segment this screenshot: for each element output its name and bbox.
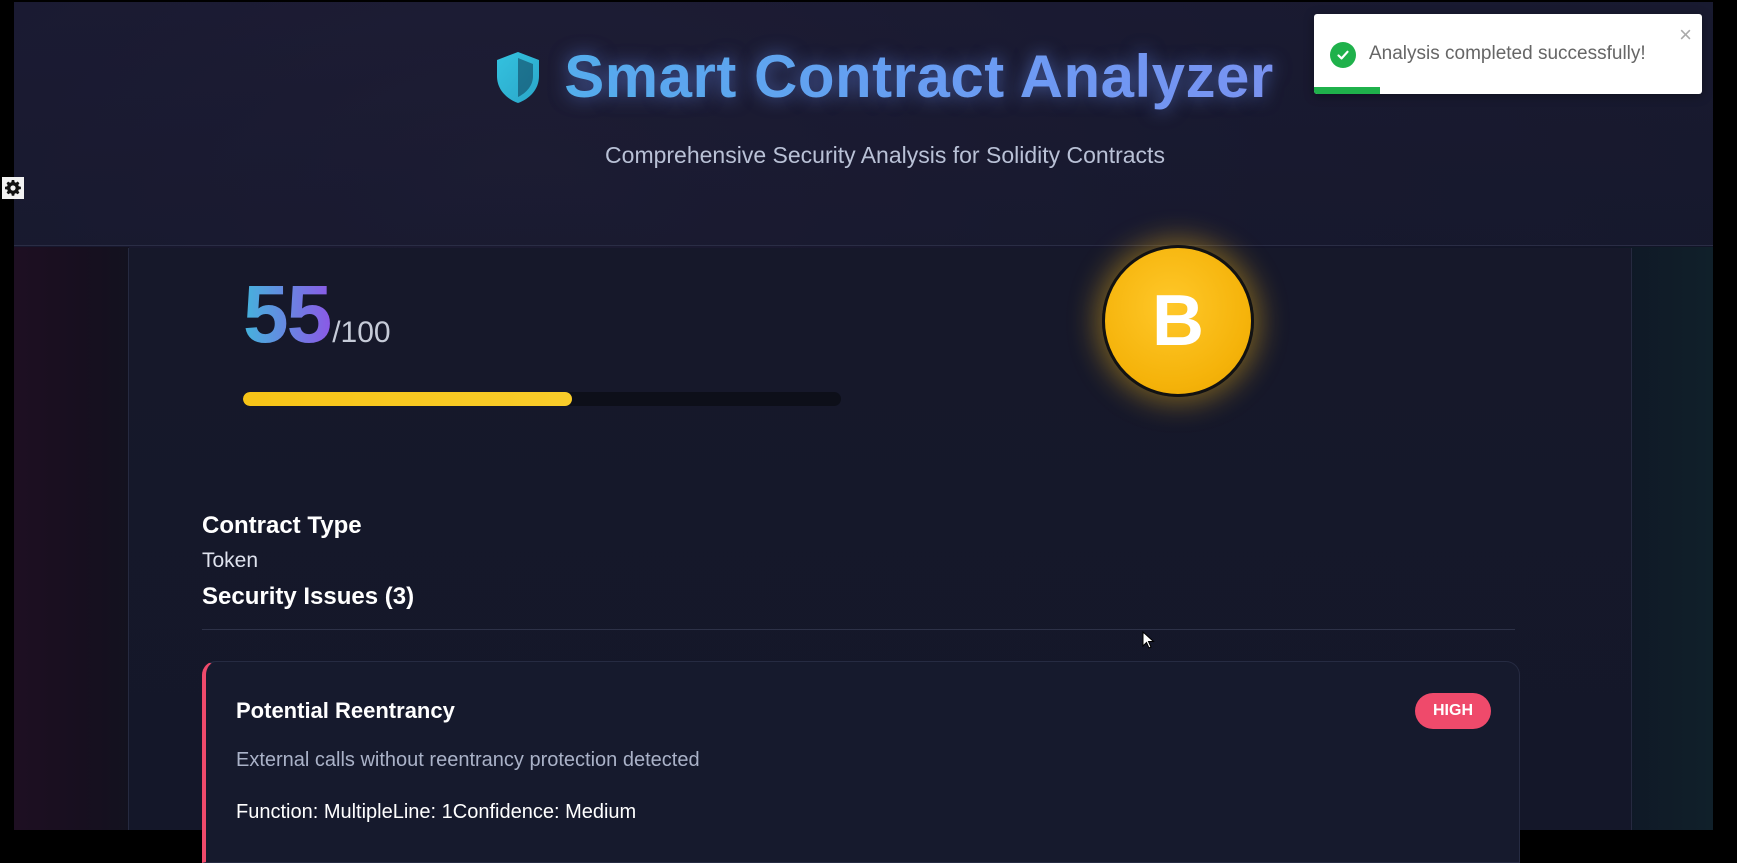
grade-letter: B bbox=[1152, 281, 1204, 361]
security-issues-heading: Security Issues (3) bbox=[202, 583, 415, 610]
page-title: Smart Contract Analyzer bbox=[564, 43, 1274, 110]
mouse-cursor-icon bbox=[1142, 631, 1155, 649]
section-divider bbox=[202, 629, 1515, 630]
contract-type-value: Token bbox=[202, 549, 259, 572]
score-progress-fill bbox=[243, 392, 572, 406]
shield-icon bbox=[497, 51, 540, 103]
security-score: 55 /100 bbox=[243, 268, 391, 362]
right-background-glow bbox=[1618, 247, 1713, 830]
close-icon[interactable]: × bbox=[1679, 22, 1692, 48]
gear-icon[interactable] bbox=[2, 177, 24, 199]
contract-type-label: Contract Type bbox=[202, 512, 362, 539]
toast-progress-bar bbox=[1314, 87, 1380, 94]
left-background-glow bbox=[14, 247, 129, 830]
issue-description: External calls without reentrancy protec… bbox=[236, 749, 700, 771]
success-toast: Analysis completed successfully! × bbox=[1314, 14, 1702, 94]
gear-icon-glyph bbox=[5, 180, 21, 196]
check-circle-icon bbox=[1330, 42, 1356, 68]
page-subtitle: Comprehensive Security Analysis for Soli… bbox=[605, 142, 1165, 168]
issue-title: Potential Reentrancy bbox=[236, 698, 455, 723]
grade-badge: B bbox=[1102, 245, 1254, 397]
score-max: /100 bbox=[332, 316, 391, 349]
score-progress-bar bbox=[243, 392, 841, 406]
issue-card: Potential Reentrancy HIGH External calls… bbox=[202, 661, 1520, 863]
score-value: 55 bbox=[243, 269, 332, 360]
issue-meta: Function: MultipleLine: 1Confidence: Med… bbox=[236, 801, 637, 823]
toast-message: Analysis completed successfully! bbox=[1369, 43, 1646, 64]
severity-badge: HIGH bbox=[1415, 693, 1491, 729]
